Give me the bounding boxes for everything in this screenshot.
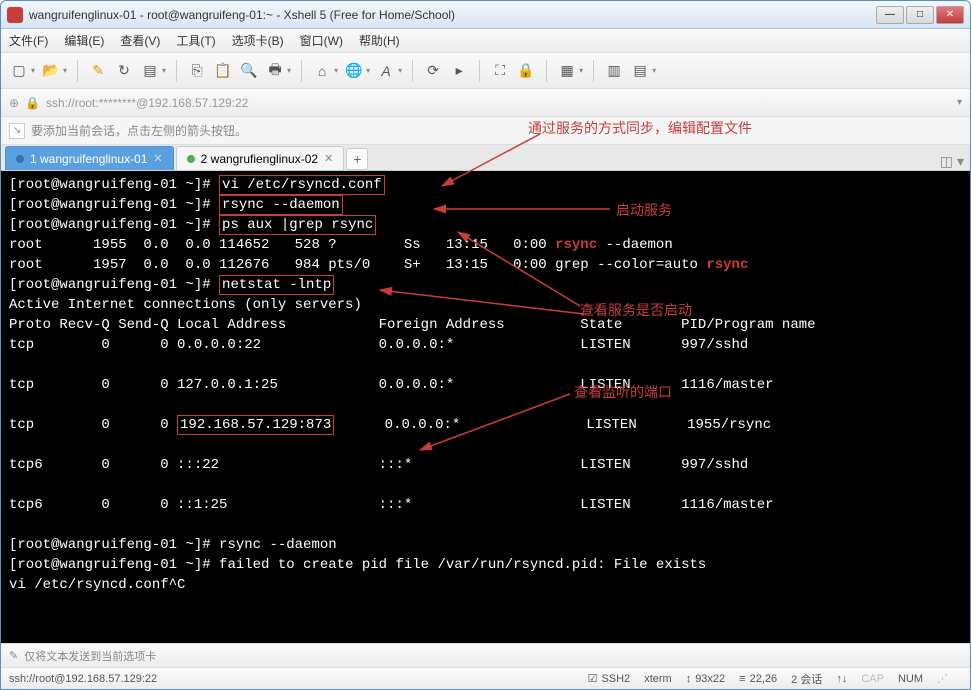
status-size: ↕ 93x22 (686, 673, 725, 685)
dropdown-icon[interactable]: ▾ (31, 66, 35, 75)
app-icon (7, 7, 23, 23)
edit-icon[interactable]: ✎ (88, 61, 108, 81)
tab-label: 1 wangruifenglinux-01 (30, 152, 147, 166)
add-tab-button[interactable]: + (346, 148, 368, 170)
font-icon[interactable]: A (376, 61, 396, 81)
arrow-icon[interactable]: ↘ (9, 123, 25, 139)
dropdown-icon[interactable]: ▾ (398, 66, 402, 75)
tab-label: 2 wangrufienglinux-02 (201, 152, 318, 166)
tile-icon[interactable]: ▦ (557, 61, 577, 81)
titlebar: wangruifenglinux-01 - root@wangruifeng-0… (1, 1, 970, 29)
find-icon[interactable]: 🔍 (239, 61, 259, 81)
dropdown-icon[interactable]: ▾ (957, 153, 964, 170)
send-bar: ✎ 仅将文本发送到当前选项卡 (1, 643, 970, 667)
close-tab-icon[interactable]: ✕ (324, 152, 333, 165)
send-icon[interactable]: ✎ (9, 649, 18, 662)
close-button[interactable]: ✕ (936, 6, 964, 24)
status-term: xterm (644, 673, 672, 685)
refresh-icon[interactable]: ⟳ (423, 61, 443, 81)
toolbar: ▢▾ 📂▾ ✎ ↻ ▤▾ ⎘ 📋 🔍 🖶▾ ⌂▾ 🌐▾ A▾ ⟳ ▸ ⛶ 🔒 ▦… (1, 53, 970, 89)
dropdown-icon[interactable]: ▾ (63, 66, 67, 75)
tab-bar: 1 wangruifenglinux-01 ✕ 2 wangrufienglin… (1, 145, 970, 171)
layout2-icon[interactable]: ▤ (630, 61, 650, 81)
status-num: NUM (898, 673, 923, 685)
lock-icon: 🔒 (25, 96, 40, 110)
window-controls: — □ ✕ (876, 6, 964, 24)
address-input[interactable] (46, 96, 951, 110)
menu-tabs[interactable]: 选项卡(B) (232, 32, 284, 49)
menu-edit[interactable]: 编辑(E) (64, 32, 104, 49)
status-proto: ☑SSH2 (588, 672, 631, 685)
menu-file[interactable]: 文件(F) (9, 32, 48, 49)
dropdown-icon[interactable]: ▾ (579, 66, 583, 75)
menu-window[interactable]: 窗口(W) (300, 32, 343, 49)
info-bar: ↘ 要添加当前会话，点击左侧的箭头按钮。 (1, 117, 970, 145)
properties-icon[interactable]: ▤ (140, 61, 160, 81)
print-icon[interactable]: 🖶 (265, 61, 285, 81)
layout1-icon[interactable]: ▥ (604, 61, 624, 81)
minimize-button[interactable]: — (876, 6, 904, 24)
window-title: wangruifenglinux-01 - root@wangruifeng-0… (29, 8, 876, 22)
fullscreen-icon[interactable]: ⛶ (490, 61, 510, 81)
terminal[interactable]: [root@wangruifeng-01 ~]# vi /etc/rsyncd.… (1, 171, 970, 643)
resize-grip-icon[interactable]: ⋰ (937, 672, 948, 685)
open-folder-icon[interactable]: 📂 (41, 61, 61, 81)
maximize-button[interactable]: □ (906, 6, 934, 24)
new-session-icon[interactable]: ▢ (9, 61, 29, 81)
close-tab-icon[interactable]: ✕ (153, 152, 162, 165)
lock-icon[interactable]: 🔒 (516, 61, 536, 81)
status-cap: CAP (861, 673, 884, 685)
home-icon[interactable]: ⌂ (312, 61, 332, 81)
paste-icon[interactable]: 📋 (213, 61, 233, 81)
status-pos: ≡ 22,26 (739, 673, 777, 685)
send-hint: 仅将文本发送到当前选项卡 (24, 648, 156, 664)
tab-session-2[interactable]: 2 wangrufienglinux-02 ✕ (176, 146, 345, 170)
status-dot-icon (187, 155, 195, 163)
split-icon[interactable]: ◫ (940, 153, 953, 170)
dropdown-icon[interactable]: ▾ (366, 66, 370, 75)
menu-help[interactable]: 帮助(H) (359, 32, 400, 49)
forward-icon[interactable]: ▸ (449, 61, 469, 81)
dropdown-icon[interactable]: ▾ (334, 66, 338, 75)
status-updown-icon: ↑↓ (836, 673, 847, 685)
tab-session-1[interactable]: 1 wangruifenglinux-01 ✕ (5, 146, 174, 170)
status-conn: ssh://root@192.168.57.129:22 (9, 673, 157, 685)
dropdown-icon[interactable]: ▾ (957, 97, 962, 108)
info-text: 要添加当前会话，点击左侧的箭头按钮。 (31, 122, 247, 139)
dropdown-icon[interactable]: ▾ (162, 66, 166, 75)
plus-icon[interactable]: ⊕ (9, 96, 19, 110)
globe-icon[interactable]: 🌐 (344, 61, 364, 81)
menubar: 文件(F) 编辑(E) 查看(V) 工具(T) 选项卡(B) 窗口(W) 帮助(… (1, 29, 970, 53)
status-sessions: 2 会话 (791, 671, 822, 687)
dropdown-icon[interactable]: ▾ (652, 66, 656, 75)
status-bar: ssh://root@192.168.57.129:22 ☑SSH2 xterm… (1, 667, 970, 689)
status-dot-icon (16, 155, 24, 163)
check-icon: ☑ (588, 672, 598, 685)
reconnect-icon[interactable]: ↻ (114, 61, 134, 81)
dropdown-icon[interactable]: ▾ (287, 66, 291, 75)
address-bar: ⊕ 🔒 ▾ (1, 89, 970, 117)
menu-tools[interactable]: 工具(T) (176, 32, 215, 49)
menu-view[interactable]: 查看(V) (120, 32, 160, 49)
copy-icon[interactable]: ⎘ (187, 61, 207, 81)
